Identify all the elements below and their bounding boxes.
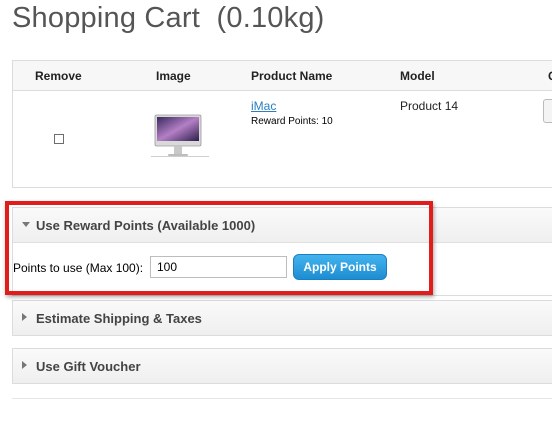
shipping-panel: Estimate Shipping & Taxes [12,300,552,336]
page-title-text: Shopping Cart [12,2,200,34]
header-model: Model [400,69,435,83]
reward-points-panel-title: Use Reward Points (Available 1000) [36,218,256,233]
chevron-down-icon [22,222,30,227]
reward-points-panel-header[interactable]: Use Reward Points (Available 1000) [13,208,552,243]
points-to-use-input[interactable] [150,256,287,278]
gift-voucher-panel-title: Use Gift Voucher [36,359,141,374]
gift-voucher-panel-header[interactable]: Use Gift Voucher [13,349,552,383]
page-title: Shopping Cart (0.10kg) [12,2,325,35]
cart-weight: (0.10kg) [216,2,325,34]
gift-voucher-panel: Use Gift Voucher [12,348,552,384]
remove-checkbox[interactable] [54,134,64,144]
header-quantity: Q [548,69,552,83]
shipping-panel-header[interactable]: Estimate Shipping & Taxes [13,301,552,335]
header-product-name: Product Name [251,69,333,83]
reward-points-panel: Use Reward Points (Available 1000) Point… [12,207,552,296]
cart-table: Remove Image Product Name Model Q iMac R… [12,60,552,188]
reward-points-panel-body: Points to use (Max 100): Apply Points [13,243,552,295]
apply-points-button[interactable]: Apply Points [293,254,387,280]
chevron-right-icon [22,313,27,321]
product-reward-points: Reward Points: 10 [251,116,333,127]
product-model: Product 14 [400,99,459,113]
imac-product-image[interactable] [148,113,212,161]
points-to-use-label: Points to use (Max 100): [13,261,144,275]
product-name-link[interactable]: iMac [251,99,276,113]
divider [12,398,552,399]
header-image: Image [156,69,191,83]
cart-table-header: Remove Image Product Name Model Q [13,61,552,91]
quantity-input[interactable] [543,99,552,123]
shipping-panel-title: Estimate Shipping & Taxes [36,311,202,326]
product-name-cell: iMac Reward Points: 10 [251,99,333,127]
chevron-right-icon [22,361,27,369]
header-remove: Remove [35,69,82,83]
